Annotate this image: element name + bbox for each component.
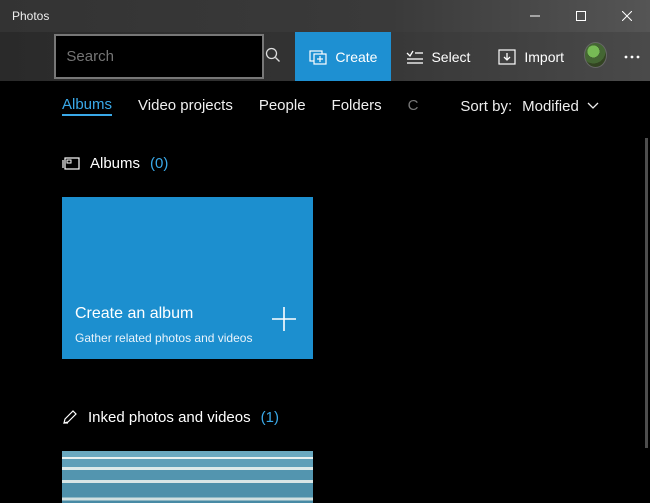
more-button[interactable] bbox=[613, 32, 650, 81]
app-title: Photos bbox=[0, 9, 49, 23]
ellipsis-icon bbox=[624, 55, 640, 59]
albums-section-label: Albums bbox=[90, 155, 140, 172]
command-bar: Create Select Import bbox=[0, 32, 650, 81]
titlebar: Photos bbox=[0, 0, 650, 32]
create-label: Create bbox=[335, 49, 377, 65]
close-icon bbox=[622, 11, 632, 21]
tab-albums[interactable]: Albums bbox=[62, 96, 112, 116]
albums-count: (0) bbox=[150, 155, 168, 172]
select-label: Select bbox=[431, 49, 470, 65]
tab-bar: Albums Video projects People Folders C S… bbox=[0, 81, 650, 131]
create-album-title: Create an album bbox=[75, 305, 193, 323]
search-box[interactable] bbox=[54, 34, 264, 79]
import-label: Import bbox=[524, 49, 564, 65]
minimize-button[interactable] bbox=[512, 1, 558, 31]
sort-by-value: Modified bbox=[522, 98, 579, 115]
content-area: Albums (0) Create an album Gather relate… bbox=[0, 131, 650, 503]
inked-thumbnail[interactable] bbox=[62, 451, 313, 503]
pen-icon bbox=[62, 409, 78, 425]
import-icon bbox=[498, 49, 516, 65]
select-icon bbox=[405, 50, 423, 64]
sort-by: Sort by: Modified bbox=[460, 98, 598, 115]
inked-count: (1) bbox=[261, 409, 279, 426]
maximize-icon bbox=[576, 11, 586, 21]
tab-overflow[interactable]: C bbox=[408, 97, 419, 115]
plus-icon bbox=[271, 306, 297, 335]
chevron-down-icon bbox=[587, 102, 599, 110]
close-button[interactable] bbox=[604, 1, 650, 31]
maximize-button[interactable] bbox=[558, 1, 604, 31]
create-icon bbox=[309, 48, 327, 66]
select-button[interactable]: Select bbox=[391, 32, 484, 81]
albums-icon bbox=[62, 156, 80, 170]
scrollbar[interactable] bbox=[645, 138, 648, 448]
sort-by-label: Sort by: bbox=[460, 98, 512, 115]
inked-section-header[interactable]: Inked photos and videos (1) bbox=[62, 397, 650, 437]
search-input[interactable] bbox=[66, 48, 265, 65]
avatar[interactable] bbox=[584, 42, 607, 68]
tab-folders[interactable]: Folders bbox=[332, 97, 382, 115]
sort-by-dropdown[interactable]: Modified bbox=[522, 98, 599, 115]
minimize-icon bbox=[530, 11, 540, 21]
tab-video-projects[interactable]: Video projects bbox=[138, 97, 233, 115]
create-album-card[interactable]: Create an album Gather related photos an… bbox=[62, 197, 313, 359]
create-album-subtitle: Gather related photos and videos bbox=[75, 331, 252, 345]
create-button[interactable]: Create bbox=[295, 32, 391, 81]
tab-people[interactable]: People bbox=[259, 97, 306, 115]
inked-section-label: Inked photos and videos bbox=[88, 409, 251, 426]
albums-section-header[interactable]: Albums (0) bbox=[62, 143, 650, 183]
import-button[interactable]: Import bbox=[484, 32, 578, 81]
